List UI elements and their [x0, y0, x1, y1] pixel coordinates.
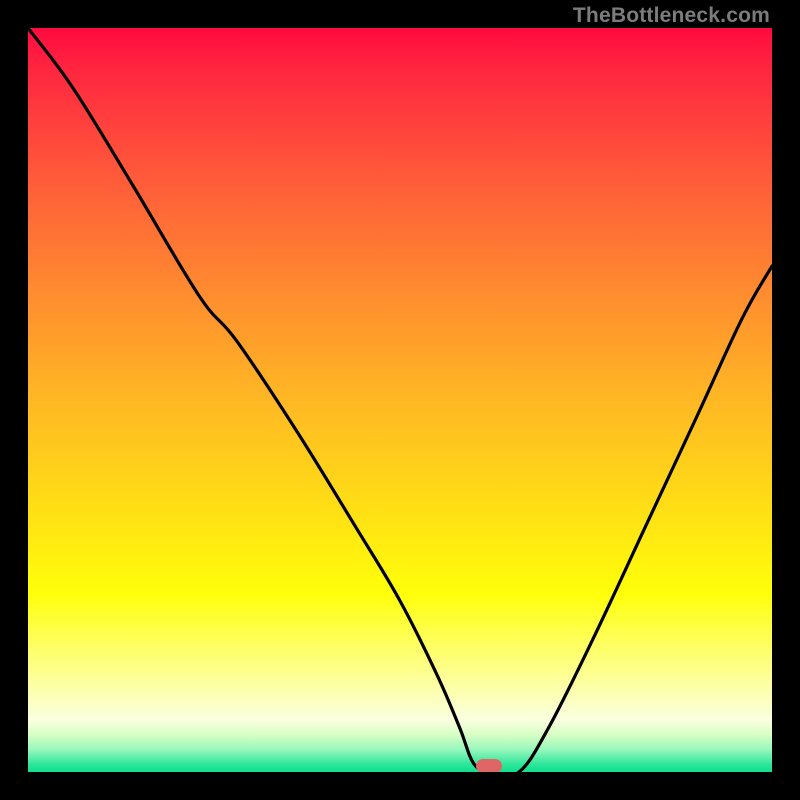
chart-container: TheBottleneck.com [0, 0, 800, 800]
plot-area [28, 28, 772, 772]
optimal-point-marker [476, 759, 502, 772]
curve-svg [28, 28, 772, 772]
bottleneck-curve [28, 28, 772, 772]
watermark-text: TheBottleneck.com [573, 4, 770, 28]
